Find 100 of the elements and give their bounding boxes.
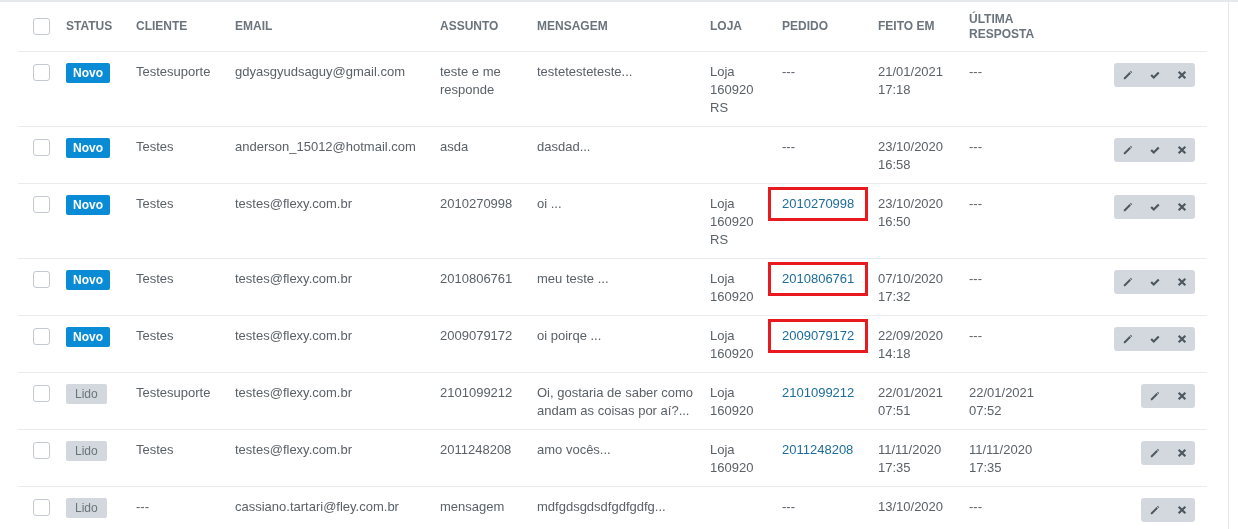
order-text: --- xyxy=(782,138,795,156)
row-checkbox[interactable] xyxy=(33,328,50,345)
subject-text: 2011248208 xyxy=(440,442,512,457)
email-text: testes@flexy.com.br xyxy=(235,442,352,457)
order-link[interactable]: 2010806761 xyxy=(768,262,869,296)
pencil-icon xyxy=(1122,201,1133,213)
order-link[interactable]: 2011248208 xyxy=(782,441,854,459)
subject-text: 2101099212 xyxy=(440,385,513,400)
message-text: dasdad... xyxy=(537,139,591,154)
last-reply-date: --- xyxy=(969,499,982,514)
subject-text: 2010270998 xyxy=(440,196,513,211)
last-reply-date: --- xyxy=(969,64,982,79)
close-icon xyxy=(1176,277,1187,287)
delete-button[interactable] xyxy=(1168,498,1195,522)
order-link[interactable]: 2009079172 xyxy=(768,319,869,353)
client-name: Testes xyxy=(136,196,174,211)
row-checkbox[interactable] xyxy=(33,385,50,402)
order-link[interactable]: 2101099212 xyxy=(782,384,855,402)
store-name: Loja 160920 xyxy=(710,328,754,361)
delete-button[interactable] xyxy=(1168,384,1195,408)
message-text: testetesteteste... xyxy=(537,64,633,79)
store-name: Loja 160920 RS xyxy=(710,196,754,247)
edit-button[interactable] xyxy=(1114,195,1141,219)
order-link[interactable]: 2010270998 xyxy=(768,187,869,221)
subject-text: 2009079172 xyxy=(440,328,513,343)
pencil-icon xyxy=(1149,504,1160,516)
created-date: 23/10/2020 16:50 xyxy=(878,196,944,229)
row-checkbox[interactable] xyxy=(33,196,50,213)
created-date: 21/01/2021 17:18 xyxy=(878,64,944,97)
client-name: Testesuporte xyxy=(136,64,211,79)
subject-text: 2010806761 xyxy=(440,271,513,286)
subject-text: mensagem xyxy=(440,499,505,514)
status-badge: Novo xyxy=(66,270,110,290)
last-reply-date: --- xyxy=(969,196,982,211)
select-all-checkbox[interactable] xyxy=(33,18,50,35)
edit-button[interactable] xyxy=(1114,327,1141,351)
delete-button[interactable] xyxy=(1168,441,1195,465)
row-checkbox[interactable] xyxy=(33,499,50,516)
store-name: Loja 160920 xyxy=(710,385,754,418)
status-badge: Lido xyxy=(66,441,107,461)
edit-button[interactable] xyxy=(1141,384,1168,408)
column-header: CLIENTE xyxy=(136,19,188,33)
delete-button[interactable] xyxy=(1168,270,1195,294)
client-name: Testes xyxy=(136,442,174,457)
edit-button[interactable] xyxy=(1141,498,1168,522)
store-name: Loja 160920 xyxy=(710,442,754,475)
row-checkbox[interactable] xyxy=(33,442,50,459)
pencil-icon xyxy=(1149,390,1160,402)
message-text: oi ... xyxy=(537,196,562,211)
delete-button[interactable] xyxy=(1168,195,1195,219)
status-badge: Novo xyxy=(66,138,110,158)
check-icon xyxy=(1149,201,1160,213)
check-icon xyxy=(1149,333,1160,345)
column-header: STATUS xyxy=(66,19,113,33)
created-date: 13/10/2020 xyxy=(878,499,944,514)
delete-button[interactable] xyxy=(1168,327,1195,351)
delete-button[interactable] xyxy=(1168,63,1195,87)
last-reply-date: --- xyxy=(969,328,982,343)
column-header: LOJA xyxy=(710,19,742,33)
close-icon xyxy=(1176,448,1187,458)
order-text: --- xyxy=(782,498,795,516)
email-text: cassiano.tartari@fley.com.br xyxy=(235,499,399,514)
email-text: anderson_15012@hotmail.com xyxy=(235,139,416,154)
edit-button[interactable] xyxy=(1114,63,1141,87)
message-text: Oi, gostaria de saber como andam as coisas por aí?... xyxy=(537,385,694,418)
check-icon xyxy=(1149,276,1160,288)
close-icon xyxy=(1176,145,1187,155)
last-reply-date: --- xyxy=(969,139,982,154)
email-text: testes@flexy.com.br xyxy=(235,385,352,400)
column-header: PEDIDO xyxy=(782,19,828,33)
last-reply-date: 22/01/2021 07:52 xyxy=(969,385,1035,418)
pencil-icon xyxy=(1122,276,1133,288)
close-icon xyxy=(1176,505,1187,515)
order-text: --- xyxy=(782,63,795,81)
row-checkbox[interactable] xyxy=(33,64,50,81)
row-checkbox[interactable] xyxy=(33,139,50,156)
edit-button[interactable] xyxy=(1114,138,1141,162)
created-date: 11/11/2020 17:35 xyxy=(878,442,942,475)
check-icon xyxy=(1149,69,1160,81)
message-text: meu teste ... xyxy=(537,271,609,286)
email-text: testes@flexy.com.br xyxy=(235,328,352,343)
client-name: Testesuporte xyxy=(136,385,211,400)
delete-button[interactable] xyxy=(1168,138,1195,162)
status-badge: Novo xyxy=(66,195,110,215)
subject-text: teste e me responde xyxy=(440,64,501,97)
edit-button[interactable] xyxy=(1114,270,1141,294)
created-date: 22/09/2020 14:18 xyxy=(878,328,944,361)
row-checkbox[interactable] xyxy=(33,271,50,288)
check-icon xyxy=(1149,144,1160,156)
status-badge: Lido xyxy=(66,498,107,518)
last-reply-date: --- xyxy=(969,271,982,286)
status-badge: Lido xyxy=(66,384,107,404)
message-text: oi poirqe ... xyxy=(537,328,602,343)
email-text: gdyasgyudsaguy@gmail.com xyxy=(235,64,405,79)
status-badge: Novo xyxy=(66,327,110,347)
edit-button[interactable] xyxy=(1141,441,1168,465)
column-header: ÚLTIMA RESPOSTA xyxy=(969,11,1035,41)
column-header: ASSUNTO xyxy=(440,19,499,33)
client-name: --- xyxy=(136,499,149,514)
client-name: Testes xyxy=(136,271,174,286)
